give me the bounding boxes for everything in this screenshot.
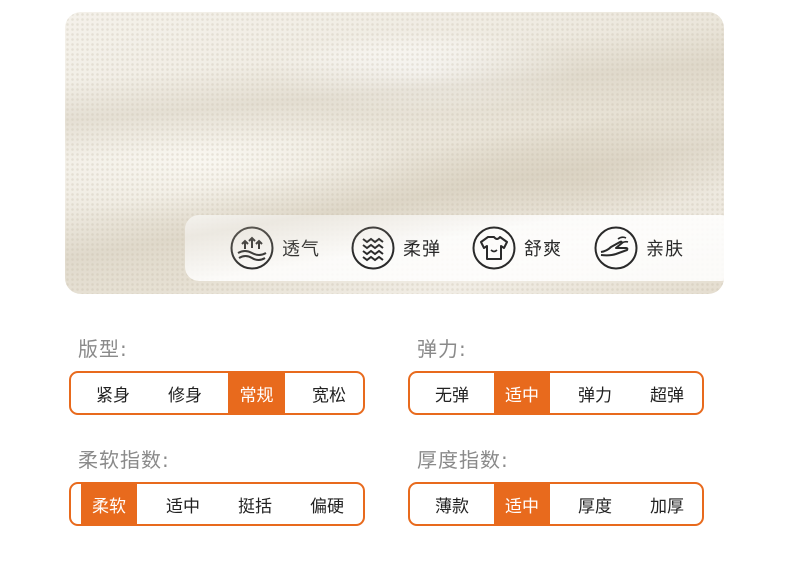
fabric-image: 透气 柔弹 舒爽 亲肤 xyxy=(65,12,724,294)
thickness-option-selected[interactable]: 适中 xyxy=(494,484,550,524)
thickness-selector: 薄款 适中 厚度 加厚 xyxy=(408,482,704,526)
softness-selector: 柔软 适中 挺括 偏硬 xyxy=(69,482,365,526)
feature-label: 亲肤 xyxy=(646,239,684,260)
shirt-icon xyxy=(472,226,516,270)
feature-breathable: 透气 xyxy=(230,226,320,270)
softness-option[interactable]: 适中 xyxy=(147,484,219,524)
elasticity-title: 弹力: xyxy=(417,337,467,361)
feature-label: 透气 xyxy=(282,239,320,260)
feature-skin: 亲肤 xyxy=(594,226,684,270)
elasticity-option[interactable]: 无弹 xyxy=(416,373,488,413)
fit-option[interactable]: 修身 xyxy=(149,373,221,413)
softness-option[interactable]: 挺括 xyxy=(219,484,291,524)
thickness-option[interactable]: 厚度 xyxy=(559,484,631,524)
thickness-option[interactable]: 加厚 xyxy=(631,484,702,524)
feature-label: 舒爽 xyxy=(524,239,562,260)
fit-option[interactable]: 宽松 xyxy=(293,373,363,413)
fit-title: 版型: xyxy=(78,337,128,361)
feature-cool: 舒爽 xyxy=(472,226,562,270)
fit-option[interactable]: 紧身 xyxy=(77,373,149,413)
feature-label: 柔弹 xyxy=(403,239,441,260)
elasticity-selector: 无弹 适中 弹力 超弹 xyxy=(408,371,704,415)
thickness-option[interactable]: 薄款 xyxy=(416,484,488,524)
softness-title: 柔软指数: xyxy=(78,448,170,472)
fit-option-selected[interactable]: 常规 xyxy=(228,373,285,413)
softness-option[interactable]: 偏硬 xyxy=(291,484,363,524)
breathable-icon xyxy=(230,226,274,270)
feature-elastic: 柔弹 xyxy=(351,226,441,270)
elasticity-option[interactable]: 弹力 xyxy=(559,373,631,413)
fit-selector: 紧身 修身 常规 宽松 xyxy=(69,371,365,415)
elasticity-option[interactable]: 超弹 xyxy=(631,373,702,413)
feature-bar: 透气 柔弹 舒爽 亲肤 xyxy=(185,215,724,281)
softness-option-selected[interactable]: 柔软 xyxy=(81,484,137,524)
elastic-icon xyxy=(351,226,395,270)
skin-hand-icon xyxy=(594,226,638,270)
elasticity-option-selected[interactable]: 适中 xyxy=(494,373,550,413)
thickness-title: 厚度指数: xyxy=(417,448,509,472)
